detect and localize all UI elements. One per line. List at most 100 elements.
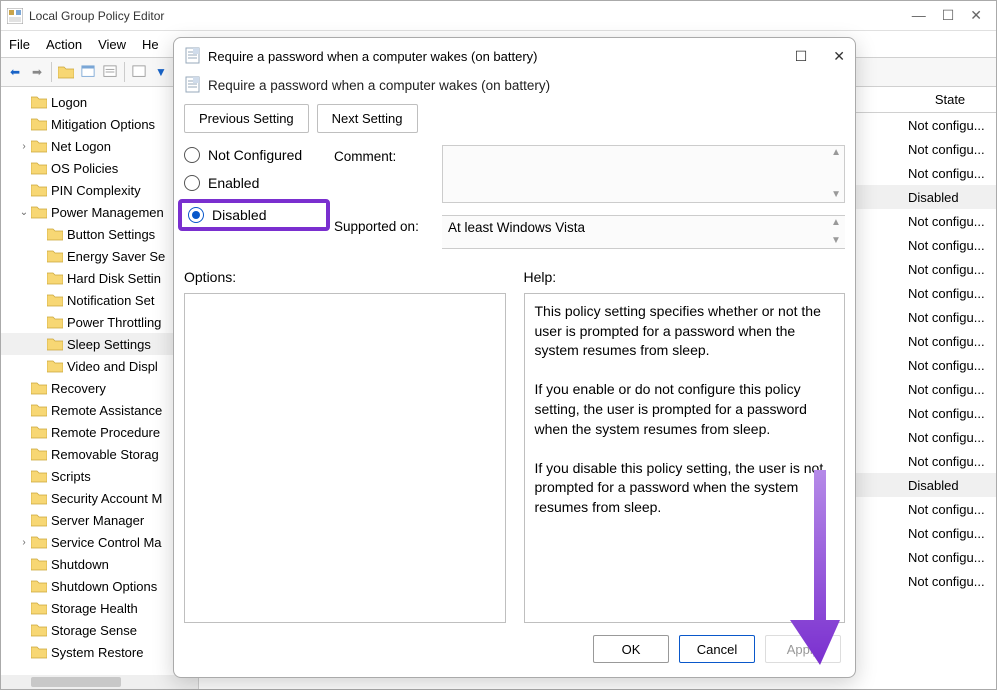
help-label: Help: <box>524 269 846 285</box>
policy-icon <box>184 76 202 94</box>
scroll-down-icon[interactable]: ▼ <box>831 190 841 200</box>
maximize-button[interactable]: ☐ <box>942 7 955 24</box>
state-cell: Not configu... <box>904 310 996 325</box>
tree-item-label: OS Policies <box>51 161 118 176</box>
tree-item[interactable]: System Restore <box>1 641 198 663</box>
dialog-title: Require a password when a computer wakes… <box>208 49 795 64</box>
state-cell: Not configu... <box>904 286 996 301</box>
menu-action[interactable]: Action <box>46 37 82 52</box>
close-button[interactable]: ✕ <box>970 7 982 24</box>
comment-textarea[interactable]: ▲ ▼ <box>442 145 845 203</box>
dialog-maximize-button[interactable]: ☐ <box>795 48 808 65</box>
radio-enabled-label: Enabled <box>208 175 259 191</box>
tree-item[interactable]: Recovery <box>1 377 198 399</box>
tree-item-label: Remote Assistance <box>51 403 162 418</box>
menu-file[interactable]: File <box>9 37 30 52</box>
next-setting-button[interactable]: Next Setting <box>317 104 418 133</box>
tree-view[interactable]: Logon Mitigation Options ›Net Logon OS Poli… <box>1 87 199 689</box>
folder-icon <box>31 161 47 175</box>
tree-item[interactable]: Energy Saver Se <box>1 245 198 267</box>
tree-item[interactable]: PIN Complexity <box>1 179 198 201</box>
tree-item-label: Security Account M <box>51 491 162 506</box>
tree-item[interactable]: › Service Control Ma <box>1 531 198 553</box>
forward-icon[interactable]: ➡ <box>27 63 47 81</box>
tree-item[interactable]: Removable Storag <box>1 443 198 465</box>
scroll-up-icon[interactable]: ▲ <box>831 148 841 158</box>
tree-item[interactable]: Remote Procedure <box>1 421 198 443</box>
state-cell: Not configu... <box>904 142 996 157</box>
tree-item-label: Service Control Ma <box>51 535 162 550</box>
tree-item-label: Mitigation Options <box>51 117 155 132</box>
folder-icon <box>31 205 47 219</box>
cancel-button[interactable]: Cancel <box>679 635 755 663</box>
ok-button[interactable]: OK <box>593 635 669 663</box>
minimize-button[interactable]: — <box>912 7 926 24</box>
tree-item[interactable]: Logon <box>1 91 198 113</box>
previous-setting-button[interactable]: Previous Setting <box>184 104 309 133</box>
folder-icon <box>31 535 47 549</box>
chevron-icon[interactable]: › <box>17 141 31 152</box>
dialog-close-button[interactable]: ✕ <box>833 48 845 65</box>
tree-item-label: Server Manager <box>51 513 144 528</box>
toolbar-item-5[interactable]: ▼ <box>151 63 171 81</box>
chevron-icon[interactable]: ⌄ <box>17 207 31 218</box>
state-cell: Not configu... <box>904 526 996 541</box>
menu-view[interactable]: View <box>98 37 126 52</box>
state-cell: Not configu... <box>904 574 996 589</box>
tree-item[interactable]: Storage Health <box>1 597 198 619</box>
radio-enabled[interactable]: Enabled <box>184 175 324 191</box>
tree-item-label: Removable Storag <box>51 447 159 462</box>
tree-item[interactable]: Storage Sense <box>1 619 198 641</box>
col-state[interactable]: State <box>904 92 996 107</box>
tree-item[interactable]: Scripts <box>1 465 198 487</box>
apply-button[interactable]: Apply <box>765 635 841 663</box>
back-icon[interactable]: ⬅ <box>5 63 25 81</box>
state-cell: Not configu... <box>904 238 996 253</box>
options-label: Options: <box>184 269 506 285</box>
state-cell: Not configu... <box>904 454 996 469</box>
toolbar-item-2[interactable] <box>78 63 98 81</box>
tree-item[interactable]: Button Settings <box>1 223 198 245</box>
tree-item[interactable]: Mitigation Options <box>1 113 198 135</box>
menu-help[interactable]: He <box>142 37 159 52</box>
radio-disabled-label: Disabled <box>212 207 266 223</box>
folder-icon <box>47 293 63 307</box>
tree-item-label: Power Throttling <box>67 315 161 330</box>
folder-icon <box>47 315 63 329</box>
folder-icon <box>47 271 63 285</box>
tree-item[interactable]: Sleep Settings <box>1 333 198 355</box>
folder-icon <box>31 623 47 637</box>
tree-item[interactable]: OS Policies <box>1 157 198 179</box>
tree-item[interactable]: Shutdown Options <box>1 575 198 597</box>
tree-item[interactable]: Server Manager <box>1 509 198 531</box>
tree-item[interactable]: Hard Disk Settin <box>1 267 198 289</box>
toolbar-item-1[interactable] <box>56 63 76 81</box>
chevron-icon[interactable]: › <box>17 537 31 548</box>
tree-item-label: Scripts <box>51 469 91 484</box>
folder-icon <box>31 117 47 131</box>
toolbar-item-4[interactable] <box>129 63 149 81</box>
tree-item[interactable]: Power Throttling <box>1 311 198 333</box>
tree-item[interactable]: ⌄ Power Managemen <box>1 201 198 223</box>
scroll-down-icon[interactable]: ▼ <box>831 236 843 246</box>
tree-item[interactable]: Video and Displ <box>1 355 198 377</box>
scroll-up-icon[interactable]: ▲ <box>831 218 843 228</box>
state-cell: Not configu... <box>904 118 996 133</box>
toolbar-item-3[interactable] <box>100 63 120 81</box>
folder-icon <box>31 381 47 395</box>
tree-item[interactable]: ›Net Logon <box>1 135 198 157</box>
folder-icon <box>47 359 63 373</box>
folder-icon <box>31 601 47 615</box>
tree-item[interactable]: Shutdown <box>1 553 198 575</box>
horizontal-scrollbar[interactable] <box>1 675 198 689</box>
supported-value-box: At least Windows Vista ▲ ▼ <box>442 215 845 249</box>
radio-not-configured[interactable]: Not Configured <box>184 147 324 163</box>
tree-item[interactable]: Remote Assistance <box>1 399 198 421</box>
help-text: This policy setting specifies whether or… <box>524 293 846 623</box>
state-cell: Not configu... <box>904 334 996 349</box>
tree-item[interactable]: Notification Set <box>1 289 198 311</box>
tree-item-label: Power Managemen <box>51 205 164 220</box>
radio-disabled[interactable]: Disabled <box>178 199 330 231</box>
tree-item[interactable]: Security Account M <box>1 487 198 509</box>
supported-label: Supported on: <box>334 215 434 234</box>
